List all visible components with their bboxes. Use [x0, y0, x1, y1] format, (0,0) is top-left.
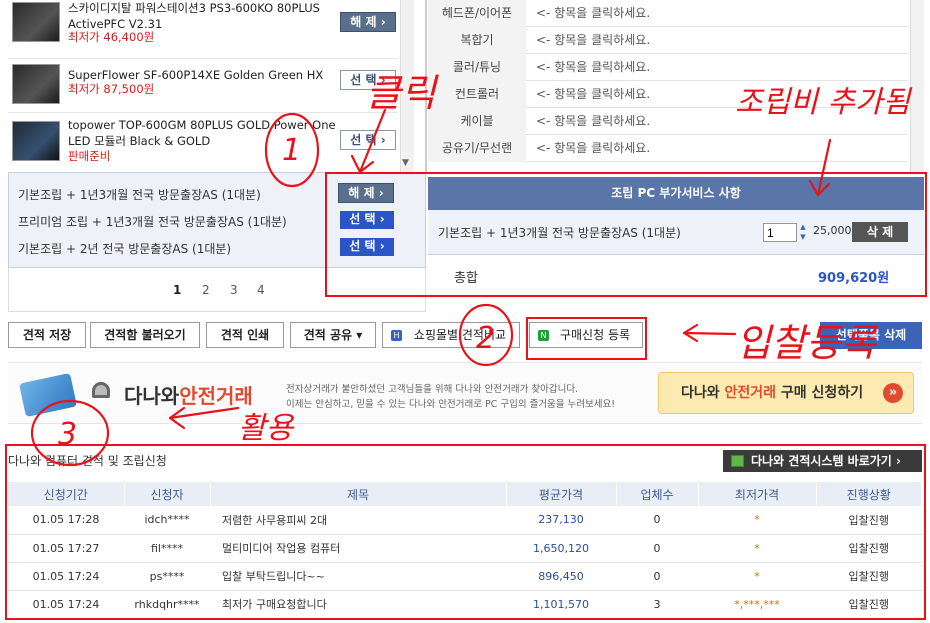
- banner-desc-line: 이제는 안심하고, 믿을 수 있는 다나와 안전거래로 PC 구입의 즐거움을 …: [286, 399, 616, 410]
- service-option-label: 프리미엄 조립 + 1년3개월 전국 방문출장AS (1대분): [18, 215, 287, 229]
- load-estimate-button[interactable]: 견적함 불러오기: [90, 322, 200, 348]
- share-estimate-button[interactable]: 견적 공유 ▾: [290, 322, 376, 348]
- banner-desc-line: 전자상거래가 불안하셨던 고객님들을 위해 다나와 안전거래가 찾아갑니다.: [286, 384, 579, 395]
- category-label: 공유기/무선랜: [428, 135, 526, 162]
- category-hint: <- 항목을 클릭하세요.: [536, 33, 651, 47]
- category-scrollbar[interactable]: [910, 0, 924, 172]
- product-name[interactable]: topower TOP-600GM 80PLUS GOLD Power One …: [68, 117, 338, 149]
- product-list-scrollbar[interactable]: [400, 0, 414, 172]
- category-label: 복합기: [428, 27, 526, 54]
- shop-compare-icon: H: [391, 330, 402, 341]
- lock-icon: [92, 382, 110, 398]
- cta-arrow-icon: »: [883, 383, 903, 403]
- page-number[interactable]: 4: [257, 283, 265, 297]
- category-label: 컨트롤러: [428, 81, 526, 108]
- page-number[interactable]: 3: [230, 283, 238, 297]
- print-estimate-button[interactable]: 견적 인쇄: [206, 322, 284, 348]
- safe-trade-cta-button[interactable]: 다나와 안전거래 구매 신청하기 »: [658, 372, 914, 414]
- product-name[interactable]: 스카이디지탈 파워스테이션3 PS3-600KO 80PLUS ActivePF…: [68, 0, 338, 32]
- cta-text-c: 구매 신청하기: [776, 385, 864, 401]
- scroll-down-arrow-icon[interactable]: ▼: [402, 158, 409, 168]
- cta-text-b: 안전거래: [724, 385, 777, 401]
- product-price: 최저가 46,400원: [68, 30, 155, 44]
- category-row[interactable]: 헤드폰/이어폰 <- 항목을 클릭하세요.: [428, 0, 908, 27]
- category-label: 케이블: [428, 108, 526, 135]
- annotation-box-table: [5, 444, 926, 620]
- category-hint: <- 항목을 클릭하세요.: [536, 114, 651, 128]
- category-row[interactable]: 복합기 <- 항목을 클릭하세요.: [428, 27, 908, 54]
- service-option-label: 기본조립 + 2년 전국 방문출장AS (1대분): [18, 242, 232, 256]
- banner-description: 전자상거래가 불안하셨던 고객님들을 위해 다나와 안전거래가 찾아갑니다. 이…: [286, 382, 636, 412]
- product-price: 판매준비: [68, 149, 111, 163]
- category-hint: <- 항목을 클릭하세요.: [536, 141, 651, 155]
- compare-label: 쇼핑몰별 견적비교: [413, 328, 507, 342]
- page-number[interactable]: 2: [202, 283, 210, 297]
- service-option-label: 기본조립 + 1년3개월 전국 방문출장AS (1대분): [18, 188, 261, 202]
- page-number[interactable]: 1: [173, 283, 181, 297]
- release-button[interactable]: 해 제 ›: [340, 12, 396, 32]
- category-hint: <- 항목을 클릭하세요.: [536, 87, 651, 101]
- product-price: 최저가 87,500원: [68, 82, 155, 96]
- logo-text-b: 안전거래: [179, 384, 253, 408]
- category-row[interactable]: 케이블 <- 항목을 클릭하세요.: [428, 108, 908, 135]
- annotation-box-purchase: [526, 317, 647, 360]
- select-button[interactable]: 선 택 ›: [340, 130, 396, 150]
- safe-trade-logo: 다나와안전거래: [124, 380, 253, 409]
- psu-thumbnail: [12, 64, 60, 104]
- select-button[interactable]: 선 택 ›: [340, 70, 396, 90]
- compare-shops-button[interactable]: 쇼핑몰별 견적비교: [382, 322, 520, 348]
- category-hint: <- 항목을 클릭하세요.: [536, 6, 651, 20]
- save-estimate-button[interactable]: 견적 저장: [8, 322, 86, 348]
- logo-text-a: 다나와: [124, 384, 180, 408]
- delete-selected-button[interactable]: 선택품목 삭제: [820, 322, 922, 349]
- psu-thumbnail: [12, 2, 60, 42]
- category-row[interactable]: 컨트롤러 <- 항목을 클릭하세요.: [428, 81, 908, 108]
- annotation-box-services: [325, 172, 927, 297]
- category-label: 콜러/튜닝: [428, 54, 526, 81]
- category-row[interactable]: 공유기/무선랜 <- 항목을 클릭하세요.: [428, 135, 908, 162]
- category-hint: <- 항목을 클릭하세요.: [536, 60, 651, 74]
- cta-text-a: 다나와: [681, 385, 725, 401]
- arrow-left-icon: [682, 323, 737, 343]
- category-row[interactable]: 콜러/튜닝 <- 항목을 클릭하세요.: [428, 54, 908, 81]
- category-label: 헤드폰/이어폰: [428, 0, 526, 27]
- psu-thumbnail: [12, 121, 60, 161]
